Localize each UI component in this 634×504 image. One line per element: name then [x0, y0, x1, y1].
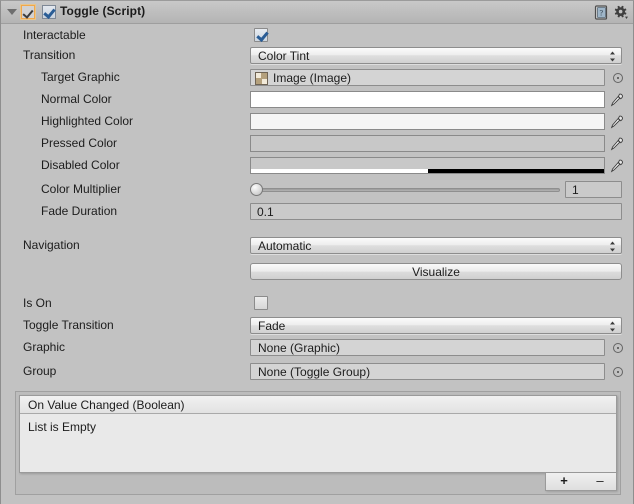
component-enabled-checkbox[interactable]: [21, 5, 35, 19]
disabled-color-alpha-fill: [251, 169, 428, 173]
toggle-component-inspector: Toggle (Script) ? Interactable Transitio…: [0, 0, 634, 504]
row-disabled-color: Disabled Color: [1, 157, 633, 174]
target-graphic-value: Image (Image): [273, 71, 352, 85]
row-highlighted-color: Highlighted Color: [1, 113, 633, 130]
target-graphic-label: Target Graphic: [41, 70, 120, 84]
row-group: Group None (Toggle Group): [1, 363, 633, 380]
row-pressed-color: Pressed Color: [1, 135, 633, 152]
normal-color-fill: [251, 92, 604, 107]
slider-handle[interactable]: [250, 183, 263, 196]
sprite-thumbnail-icon: [255, 72, 268, 85]
group-value: None (Toggle Group): [258, 365, 371, 379]
graphic-object-picker-icon[interactable]: [613, 343, 623, 353]
chevron-updown-icon: [609, 241, 616, 252]
group-object-picker-icon[interactable]: [613, 367, 623, 377]
component-header[interactable]: Toggle (Script) ?: [1, 1, 633, 24]
component-title: Toggle (Script): [60, 4, 146, 18]
transition-value: Color Tint: [258, 49, 310, 63]
fade-duration-label: Fade Duration: [41, 204, 118, 218]
is-on-label: Is On: [23, 296, 52, 310]
color-multiplier-numberfield[interactable]: 1: [565, 181, 622, 198]
row-toggle-transition: Toggle Transition Fade: [1, 317, 633, 334]
visualize-button[interactable]: Visualize: [250, 263, 622, 280]
list-empty-message: List is Empty: [28, 420, 97, 434]
on-value-changed-title: On Value Changed (Boolean): [28, 398, 185, 412]
svg-text:?: ?: [600, 9, 604, 18]
color-multiplier-slider[interactable]: [250, 181, 560, 198]
slider-track[interactable]: [258, 188, 560, 192]
eyedropper-icon[interactable]: [610, 137, 623, 151]
eyedropper-icon[interactable]: [610, 159, 623, 173]
transition-label: Transition: [23, 48, 76, 62]
eyedropper-icon[interactable]: [610, 115, 623, 129]
navigation-dropdown[interactable]: Automatic: [250, 237, 622, 254]
toggle-transition-value: Fade: [258, 319, 286, 333]
chevron-updown-icon: [609, 51, 616, 62]
disabled-color-label: Disabled Color: [41, 158, 120, 172]
normal-color-swatch[interactable]: [250, 91, 605, 108]
target-graphic-object-picker-icon[interactable]: [613, 73, 623, 83]
row-normal-color: Normal Color: [1, 91, 633, 108]
row-navigation: Navigation Automatic: [1, 237, 633, 254]
fade-duration-value: 0.1: [257, 205, 274, 219]
graphic-value: None (Graphic): [258, 341, 341, 355]
help-book-icon[interactable]: ?: [594, 5, 609, 20]
transition-dropdown[interactable]: Color Tint: [250, 47, 622, 64]
row-graphic: Graphic None (Graphic): [1, 339, 633, 356]
gear-icon[interactable]: [614, 5, 629, 20]
toggle-transition-dropdown[interactable]: Fade: [250, 317, 622, 334]
toggle-transition-label: Toggle Transition: [23, 318, 114, 332]
disabled-color-alpha-bar: [251, 169, 604, 173]
row-fade-duration: Fade Duration 0.1: [1, 203, 633, 220]
color-multiplier-label: Color Multiplier: [41, 182, 122, 196]
highlighted-color-label: Highlighted Color: [41, 114, 134, 128]
event-list-footer: + –: [545, 473, 617, 491]
highlighted-color-swatch[interactable]: [250, 113, 605, 130]
navigation-label: Navigation: [23, 238, 80, 252]
pressed-color-label: Pressed Color: [41, 136, 118, 150]
eyedropper-icon[interactable]: [610, 93, 623, 107]
on-value-changed-list: On Value Changed (Boolean) List is Empty: [19, 395, 617, 473]
row-interactable: Interactable: [1, 27, 633, 44]
add-listener-button[interactable]: +: [546, 473, 582, 490]
foldout-triangle-icon[interactable]: [7, 9, 17, 15]
disabled-color-swatch[interactable]: [250, 157, 605, 174]
toggle-script-icon: [42, 5, 56, 19]
target-graphic-objectfield[interactable]: Image (Image): [250, 69, 605, 86]
group-objectfield[interactable]: None (Toggle Group): [250, 363, 605, 380]
normal-color-label: Normal Color: [41, 92, 112, 106]
chevron-updown-icon: [609, 321, 616, 332]
interactable-checkbox[interactable]: [254, 28, 268, 42]
fade-duration-input[interactable]: 0.1: [250, 203, 622, 220]
row-target-graphic: Target Graphic Image (Image): [1, 69, 633, 86]
pressed-color-fill: [251, 136, 604, 151]
row-transition: Transition Color Tint: [1, 47, 633, 64]
interactable-label: Interactable: [23, 28, 86, 42]
group-label: Group: [23, 364, 57, 378]
graphic-label: Graphic: [23, 340, 66, 354]
navigation-value: Automatic: [258, 239, 312, 253]
color-multiplier-value: 1: [572, 183, 579, 197]
remove-listener-button[interactable]: –: [582, 473, 618, 490]
row-visualize: Visualize: [1, 263, 633, 280]
pressed-color-swatch[interactable]: [250, 135, 605, 152]
highlighted-color-fill: [251, 114, 604, 129]
on-value-changed-header: On Value Changed (Boolean): [20, 396, 616, 414]
row-is-on: Is On: [1, 295, 633, 312]
is-on-checkbox[interactable]: [254, 296, 268, 310]
graphic-objectfield[interactable]: None (Graphic): [250, 339, 605, 356]
row-color-multiplier: Color Multiplier 1: [1, 181, 633, 198]
